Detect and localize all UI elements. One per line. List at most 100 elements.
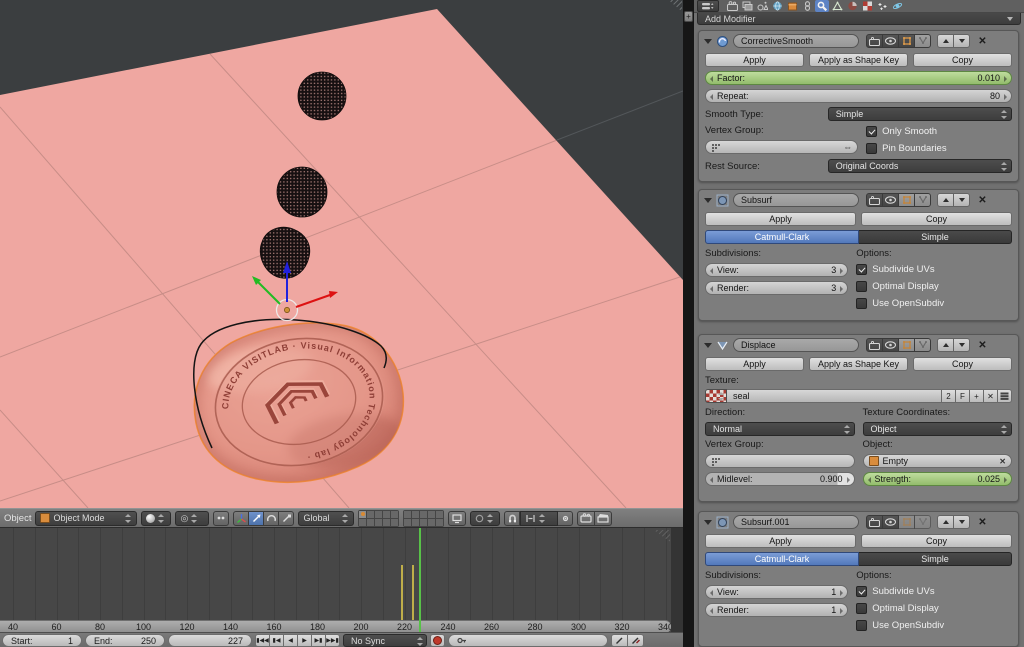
edit-mode-toggle[interactable]	[898, 193, 915, 207]
sync-mode-dropdown[interactable]: No Sync	[343, 634, 427, 647]
move-modifier-down-button[interactable]	[953, 515, 970, 529]
copy-button[interactable]: Copy	[861, 212, 1012, 226]
modifier-header[interactable]: Subsurf.001	[699, 512, 1018, 532]
vertex-group-field[interactable]	[705, 454, 855, 468]
tab-particles[interactable]	[875, 0, 889, 12]
direction-dropdown[interactable]: Normal	[705, 422, 855, 436]
midlevel-slider[interactable]: Midlevel:0.900	[705, 472, 855, 486]
manipulator-rotate-button[interactable]	[263, 511, 279, 526]
play-button[interactable]: ▶	[297, 634, 312, 647]
timeline-resize-handle[interactable]	[651, 530, 670, 544]
render-subdivisions-stepper[interactable]: Render:3	[705, 281, 848, 295]
modifier-header[interactable]: Subsurf	[699, 190, 1018, 210]
modifier-name-field[interactable]: Displace	[733, 338, 859, 352]
cage-toggle[interactable]	[914, 193, 931, 207]
apply-as-shape-key-button[interactable]: Apply as Shape Key	[809, 357, 908, 371]
render-visibility-toggle[interactable]	[866, 515, 883, 529]
apply-as-shape-key-button[interactable]: Apply as Shape Key	[809, 53, 908, 67]
move-modifier-up-button[interactable]	[937, 338, 954, 352]
prev-keyframe-button[interactable]: ▮◀	[269, 634, 284, 647]
texture-users-button[interactable]: 2	[941, 389, 956, 403]
tab-scene[interactable]	[755, 0, 769, 12]
tab-object[interactable]	[785, 0, 799, 12]
current-frame-field[interactable]: 227	[168, 634, 252, 647]
unlink-object-icon[interactable]: ✕	[999, 457, 1006, 466]
edit-mode-toggle[interactable]	[898, 34, 915, 48]
viewport-visibility-toggle[interactable]	[882, 34, 899, 48]
render-visibility-toggle[interactable]	[866, 338, 883, 352]
smooth-type-dropdown[interactable]: Simple	[828, 107, 1012, 121]
lock-to-scene-button[interactable]	[448, 511, 466, 526]
add-modifier-dropdown[interactable]: Add Modifier	[697, 13, 1021, 25]
modifier-header[interactable]: Displace	[699, 335, 1018, 355]
unlink-texture-button[interactable]: ✕	[983, 389, 998, 403]
catmull-clark-button[interactable]: Catmull-Clark	[705, 230, 859, 244]
modifier-header[interactable]: CorrectiveSmooth	[699, 31, 1018, 51]
delete-keyframe-button[interactable]	[627, 634, 644, 647]
snap-target-button[interactable]	[557, 511, 573, 526]
modifier-name-field[interactable]: CorrectiveSmooth	[733, 34, 859, 48]
keying-set-field[interactable]	[448, 634, 608, 647]
view-subdivisions-stepper[interactable]: View:3	[705, 263, 848, 277]
move-modifier-up-button[interactable]	[937, 34, 954, 48]
region-divider[interactable]: +	[683, 0, 694, 647]
tab-physics[interactable]	[890, 0, 904, 12]
modifier-name-field[interactable]: Subsurf.001	[733, 515, 859, 529]
pivot-point-dropdown[interactable]: ◎	[175, 511, 209, 526]
mode-dropdown[interactable]: Object Mode	[35, 511, 137, 526]
tab-world[interactable]	[770, 0, 784, 12]
move-modifier-down-button[interactable]	[953, 34, 970, 48]
move-modifier-down-button[interactable]	[953, 338, 970, 352]
fake-user-button[interactable]: F	[955, 389, 970, 403]
apply-button[interactable]: Apply	[705, 212, 856, 226]
viewport-3d[interactable]: CINECA VISITLAB · Visual Information Tec…	[0, 0, 683, 527]
subdivide-uvs-checkbox[interactable]: Subdivide UVs	[856, 585, 1012, 598]
timeline-editor[interactable]: 4060801001201401601802002202402602803003…	[0, 527, 683, 647]
show-texture-in-editor-button[interactable]	[997, 389, 1012, 403]
view-subdivisions-stepper[interactable]: View:1	[705, 585, 848, 599]
snap-element-dropdown[interactable]	[520, 511, 558, 526]
manipulator-tripod-button[interactable]	[233, 511, 249, 526]
auto-keyframe-record-button[interactable]	[430, 634, 445, 647]
cage-toggle[interactable]	[914, 338, 931, 352]
keyframe-marker[interactable]	[412, 565, 414, 620]
cage-toggle[interactable]	[914, 34, 931, 48]
delete-modifier-button[interactable]: ✕	[976, 193, 989, 207]
delete-modifier-button[interactable]: ✕	[976, 34, 989, 48]
texture-browse-button[interactable]	[705, 389, 727, 403]
copy-button[interactable]: Copy	[861, 534, 1012, 548]
catmull-clark-button[interactable]: Catmull-Clark	[705, 552, 859, 566]
pin-boundaries-checkbox[interactable]: Pin Boundaries	[866, 142, 1012, 155]
tab-texture[interactable]	[860, 0, 874, 12]
viewport-shading-dropdown[interactable]	[141, 511, 171, 526]
opengl-render-image-button[interactable]	[577, 511, 595, 526]
apply-button[interactable]: Apply	[705, 53, 804, 67]
move-modifier-up-button[interactable]	[937, 193, 954, 207]
object-field[interactable]: Empty ✕	[863, 454, 1013, 468]
manipulator-scale-button[interactable]	[278, 511, 294, 526]
tab-modifiers[interactable]	[815, 0, 829, 12]
copy-button[interactable]: Copy	[913, 357, 1012, 371]
keyframe-marker[interactable]	[401, 565, 403, 620]
vertex-group-field[interactable]: ⇔	[705, 140, 858, 154]
jump-to-start-button[interactable]: ▮◀◀	[255, 634, 270, 647]
viewport-visibility-toggle[interactable]	[882, 193, 899, 207]
move-modifier-down-button[interactable]	[953, 193, 970, 207]
collapse-triangle-icon[interactable]	[704, 520, 712, 525]
simple-button[interactable]: Simple	[859, 230, 1012, 244]
tab-material[interactable]	[845, 0, 859, 12]
play-reverse-button[interactable]: ◀	[283, 634, 298, 647]
texture-coordinates-dropdown[interactable]: Object	[863, 422, 1013, 436]
manipulate-center-points-button[interactable]	[213, 511, 229, 526]
snap-toggle-button[interactable]	[504, 511, 520, 526]
expand-properties-region-button[interactable]: +	[684, 11, 693, 22]
tab-render[interactable]	[725, 0, 739, 12]
use-opensubdiv-checkbox[interactable]: Use OpenSubdiv	[856, 297, 1012, 310]
optimal-display-checkbox[interactable]: Optimal Display	[856, 280, 1012, 293]
use-opensubdiv-checkbox[interactable]: Use OpenSubdiv	[856, 619, 1012, 632]
strength-slider[interactable]: Strength:0.025	[863, 472, 1013, 486]
frame-end-field[interactable]: End:250	[85, 634, 165, 647]
tab-object-data[interactable]	[830, 0, 844, 12]
opengl-render-anim-button[interactable]	[594, 511, 612, 526]
factor-slider[interactable]: Factor:0.010	[705, 71, 1012, 85]
